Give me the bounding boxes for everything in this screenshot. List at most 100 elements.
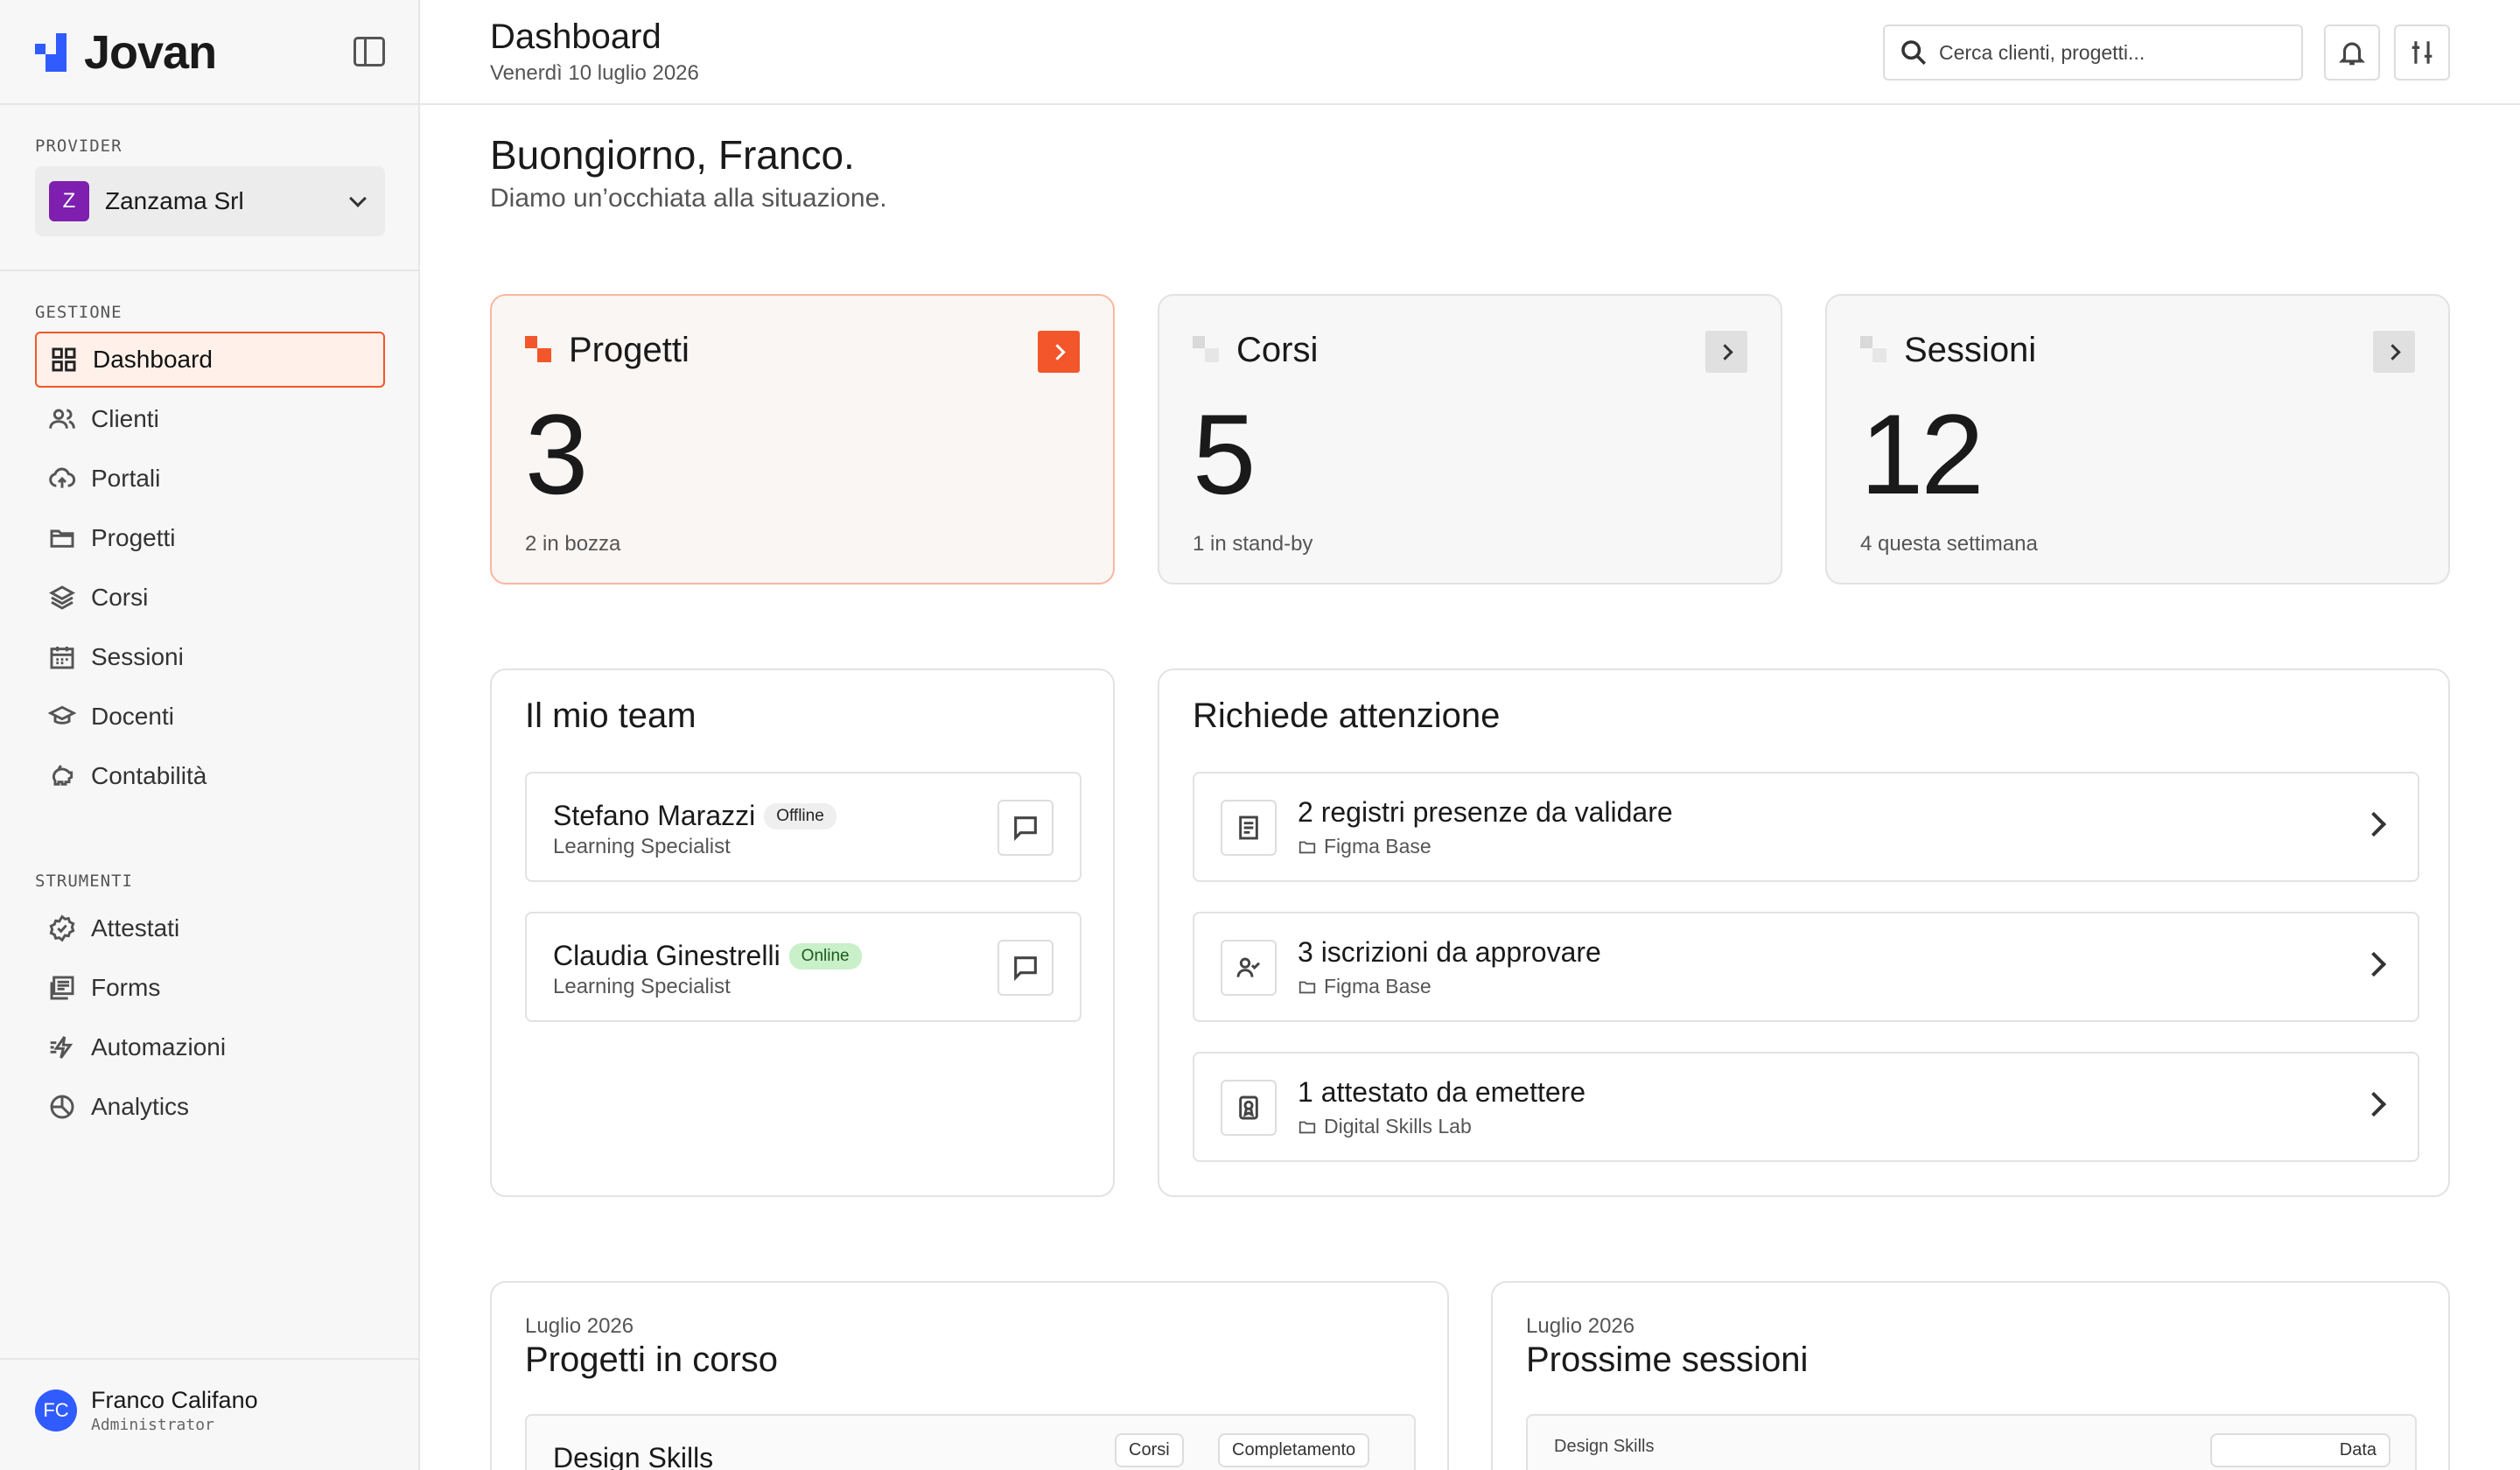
member-role: Learning Specialist [553,975,731,998]
sessioni-mark-icon [1860,336,1888,364]
message-button[interactable] [998,940,1054,996]
corsi-mark-icon [1193,336,1221,364]
panel-title: Il mio team [525,696,696,735]
sidebar-item-contabilita[interactable]: Contabilità [35,748,385,804]
team-panel: Il mio team Stefano Marazzi Offline Lear… [490,668,1115,1197]
bell-icon [2338,42,2366,66]
sidebar-item-attestati[interactable]: Attestati [35,900,385,956]
projects-in-progress-card: Luglio 2026 Progetti in corso Design Ski… [490,1281,1449,1470]
search-icon [1901,40,1927,66]
sidebar-item-progetti[interactable]: Progetti [35,510,385,566]
chart-pie-icon [47,1092,77,1122]
stat-title: Sessioni [1904,331,2037,369]
attention-project: Figma Base [1324,975,1432,998]
sidebar-item-docenti[interactable]: Docenti [35,689,385,745]
next-sessions-card: Luglio 2026 Prossime sessioni Design Ski… [1491,1281,2450,1470]
sidebar-item-label: Contabilità [91,762,207,789]
session-course: Design Skills [1554,1437,1655,1456]
chevron-right-icon[interactable] [1038,331,1080,373]
sliders-icon [2412,41,2432,64]
card-title: Prossime sessioni [1526,1340,1809,1379]
attention-panel: Richiede attenzione 2 registri presenze … [1158,668,2450,1197]
stat-card-progetti[interactable]: Progetti 3 2 in bozza [490,294,1115,584]
column-chip-corsi: Corsi [1115,1433,1184,1467]
section-label-provider: PROVIDER [35,136,122,156]
form-icon [47,973,77,1003]
card-month: Luglio 2026 [525,1314,634,1338]
user-name: Franco Califano [91,1387,258,1413]
header-date: Venerdì 10 luglio 2026 [490,61,699,85]
sidebar-item-label: Portali [91,465,161,492]
search-box[interactable] [1883,24,2303,80]
attention-project: Figma Base [1324,835,1432,858]
sidebar-item-label: Attestati [91,914,180,942]
chevron-right-icon[interactable] [1705,331,1747,373]
stat-title: Progetti [569,331,690,369]
chevron-right-icon[interactable] [2373,331,2415,373]
brand[interactable]: Jovan [35,24,217,80]
member-name: Claudia Ginestrelli [553,940,780,971]
session-row[interactable]: Design Skills Data [1526,1414,2417,1470]
sidebar-item-dashboard[interactable]: Dashboard [35,332,385,388]
section-label-strumenti: STRUMENTI [35,872,133,891]
stat-value: 12 [1860,390,1984,518]
sidebar-item-label: Docenti [91,703,174,730]
attention-item[interactable]: 2 registri presenze da validare Figma Ba… [1193,772,2419,882]
calendar-icon [47,642,77,672]
filters-button[interactable] [2394,24,2450,80]
section-label-gestione: GESTIONE [35,303,122,322]
message-square-icon [1014,816,1037,842]
provider-avatar: Z [49,181,89,221]
project-row[interactable]: Design Skills Corsi Completamento [525,1414,1416,1470]
member-role: Learning Specialist [553,835,731,858]
greeting-subtitle: Diamo un’occhiata alla situazione. [490,184,887,213]
column-chip-completamento: Completamento [1218,1433,1370,1467]
card-title: Progetti in corso [525,1340,779,1379]
sidebar-item-forms[interactable]: Forms [35,960,385,1016]
sidebar-item-portali[interactable]: Portali [35,451,385,507]
message-button[interactable] [998,800,1054,856]
stat-card-corsi[interactable]: Corsi 5 1 in stand-by [1158,294,1782,584]
message-square-icon [1014,956,1037,982]
attention-item[interactable]: 3 iscrizioni da approvare Figma Base [1193,912,2419,1022]
badge-check-icon [47,914,77,943]
progetti-mark-icon [525,336,553,364]
sidebar-item-label: Forms [91,974,161,1001]
team-member: Stefano Marazzi Offline Learning Special… [525,772,1082,882]
column-chip-data: Data [2210,1433,2390,1467]
stat-subtitle: 2 in bozza [525,532,621,556]
status-badge: Online [788,942,862,970]
graduation-cap-icon [47,702,77,732]
provider-name: Zanzama Srl [105,187,244,214]
sidebar-item-automazioni[interactable]: Automazioni [35,1019,385,1075]
zap-icon [47,1032,77,1062]
status-badge: Offline [764,802,836,830]
stat-subtitle: 4 questa settimana [1860,532,2038,556]
provider-selector[interactable]: Z Zanzama Srl [35,166,385,236]
folder-icon [1298,841,1316,853]
project-name: Design Skills [553,1442,714,1470]
stat-card-sessioni[interactable]: Sessioni 12 4 questa settimana [1825,294,2450,584]
notifications-button[interactable] [2324,24,2380,80]
user-profile[interactable]: FC Franco Califano Administrator [35,1387,258,1434]
sidebar-item-corsi[interactable]: Corsi [35,570,385,626]
chevron-right-icon [2361,951,2387,977]
sidebar-item-label: Clienti [91,405,159,432]
sidebar-item-clienti[interactable]: Clienti [35,391,385,447]
page-title: Dashboard [490,18,662,56]
member-name: Stefano Marazzi [553,800,756,831]
sidebar-item-label: Progetti [91,524,176,551]
chevron-right-icon [2361,811,2387,837]
sidebar-item-sessioni[interactable]: Sessioni [35,629,385,685]
sidebar-item-analytics[interactable]: Analytics [35,1079,385,1135]
user-role: Administrator [91,1416,214,1434]
divider [0,103,418,105]
divider [0,270,418,271]
attention-project: Digital Skills Lab [1324,1115,1472,1138]
sidebar-collapse-icon[interactable] [354,37,385,66]
attention-item[interactable]: 1 attestato da emettere Digital Skills L… [1193,1052,2419,1162]
attention-title: 2 registri presenze da validare [1298,796,1673,828]
search-input[interactable] [1939,40,2272,65]
sidebar-item-label: Dashboard [93,346,213,373]
top-header: Dashboard Venerdì 10 luglio 2026 [420,0,2520,105]
